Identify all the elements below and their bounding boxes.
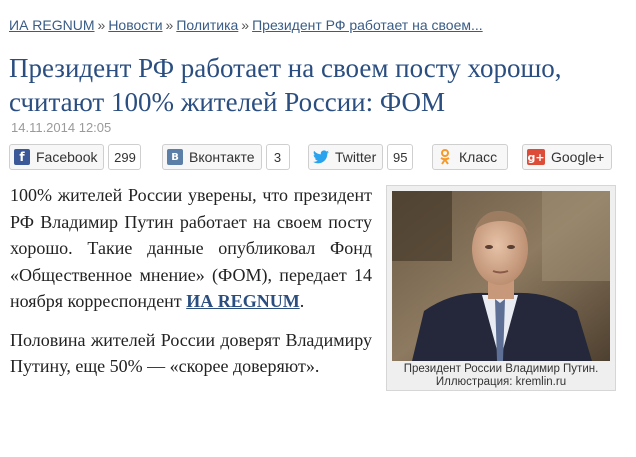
vkontakte-label: Вконтакте bbox=[189, 149, 255, 165]
google-plus-label: Google+ bbox=[551, 149, 605, 165]
share-google-plus: g+ Google+ bbox=[522, 144, 613, 172]
breadcrumb-link-news[interactable]: Новости bbox=[108, 17, 162, 33]
odnoklassniki-share-button[interactable]: Класс bbox=[432, 144, 509, 170]
article-paragraph-1: 100% жителей России уверены, что президе… bbox=[10, 182, 372, 315]
google-plus-icon: g+ bbox=[527, 149, 545, 165]
regnum-link[interactable]: ИА REGNUM bbox=[186, 291, 300, 311]
paragraph-end: . bbox=[299, 291, 305, 311]
breadcrumb-link-regnum[interactable]: ИА REGNUM bbox=[9, 17, 95, 33]
article-figure: Президент России Владимир Путин. Иллюстр… bbox=[386, 185, 616, 391]
vkontakte-count: 3 bbox=[265, 144, 290, 170]
publish-date: 14.11.2014 12:05 bbox=[11, 120, 112, 135]
president-photo[interactable] bbox=[392, 191, 610, 361]
twitter-icon bbox=[313, 149, 329, 165]
figure-caption: Президент России Владимир Путин. Иллюстр… bbox=[387, 363, 615, 389]
share-twitter: Twitter 95 bbox=[308, 144, 414, 172]
google-plus-share-button[interactable]: g+ Google+ bbox=[522, 144, 613, 170]
article-body: 100% жителей России уверены, что президе… bbox=[10, 182, 372, 392]
page-title: Президент РФ работает на своем посту хор… bbox=[9, 53, 562, 117]
facebook-label: Facebook bbox=[36, 149, 98, 165]
twitter-label: Twitter bbox=[335, 149, 377, 165]
vk-icon: В bbox=[167, 149, 183, 165]
share-facebook: f Facebook 299 bbox=[9, 144, 142, 172]
twitter-share-button[interactable]: Twitter bbox=[308, 144, 384, 170]
odnoklassniki-label: Класс bbox=[459, 149, 498, 165]
odnoklassniki-icon bbox=[437, 149, 453, 165]
article-paragraph-2: Половина жителей России доверят Владимир… bbox=[10, 329, 372, 377]
breadcrumb-link-current[interactable]: Президент РФ работает на своем... bbox=[252, 17, 483, 33]
facebook-count: 299 bbox=[108, 144, 142, 170]
breadcrumb-link-politics[interactable]: Политика bbox=[176, 17, 238, 33]
share-odnoklassniki: Класс bbox=[432, 144, 509, 172]
caption-line-1: Президент России Владимир Путин. bbox=[403, 363, 599, 375]
vkontakte-share-button[interactable]: В Вконтакте bbox=[162, 144, 262, 170]
twitter-count: 95 bbox=[387, 144, 414, 170]
share-vkontakte: В Вконтакте 3 bbox=[162, 144, 290, 172]
caption-line-2: Иллюстрация: kremlin.ru bbox=[435, 376, 567, 388]
breadcrumb-separator: » bbox=[241, 17, 250, 33]
breadcrumb-separator: » bbox=[165, 17, 174, 33]
breadcrumb-separator: » bbox=[97, 17, 106, 33]
facebook-share-button[interactable]: f Facebook bbox=[9, 144, 105, 170]
facebook-icon: f bbox=[14, 149, 30, 165]
breadcrumb: ИА REGNUM» Новости» Политика» Президент РФ … bbox=[9, 17, 629, 33]
